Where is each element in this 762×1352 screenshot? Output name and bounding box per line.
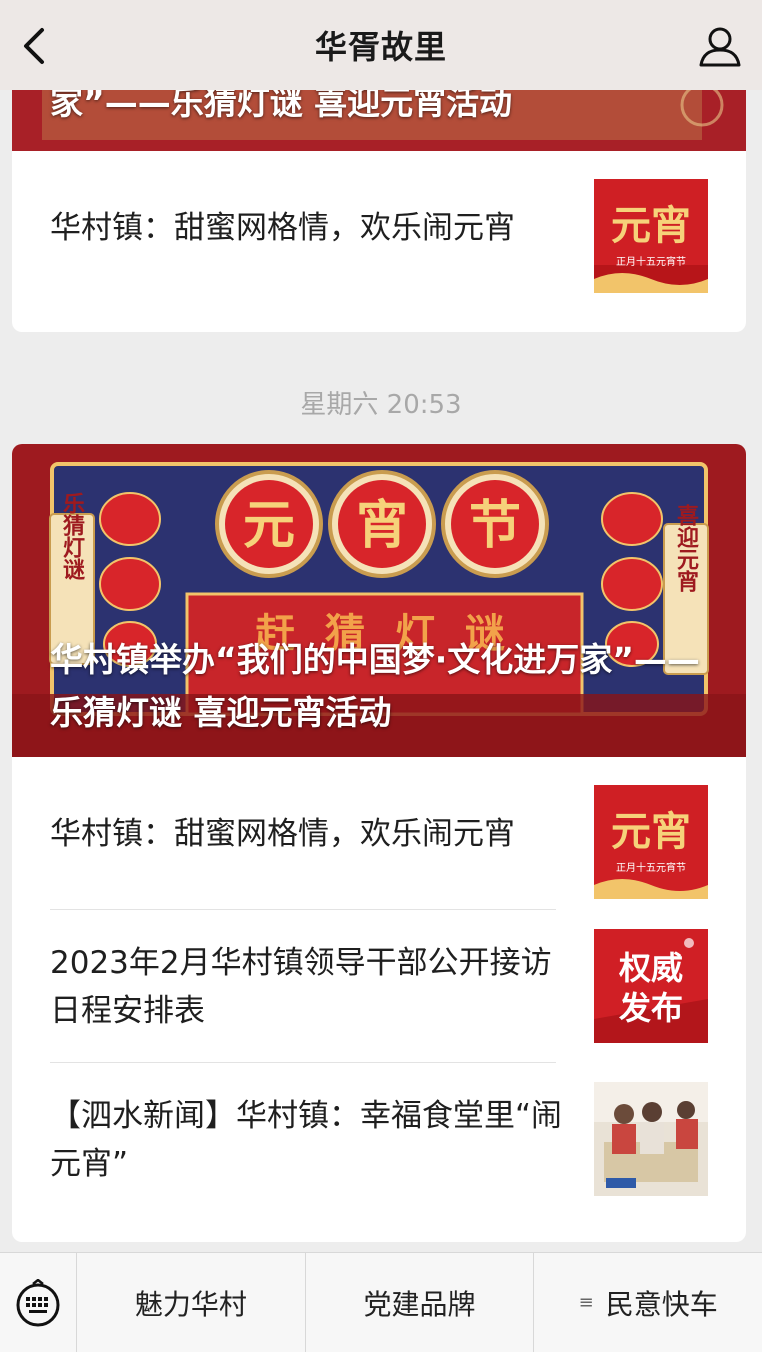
submenu-icon: ≡: [578, 1292, 594, 1313]
profile-button[interactable]: [698, 24, 742, 68]
article-card: 乐猜灯谜 喜迎元宵 元 宵 节 赶 猜 灯 谜 华村镇举办“我们的中国梦·文化进…: [12, 444, 746, 1242]
article-list-item[interactable]: 华村镇：甜蜜网格情，欢乐闹元宵 元宵 正月十五元宵节: [12, 151, 746, 304]
banner-left-scroll-text: 乐猜灯谜: [59, 492, 86, 581]
thumb-small-text: 正月十五元宵节: [616, 255, 686, 268]
article-list-item[interactable]: 2023年2月华村镇领导干部公开接访日程安排表 权威 发布: [12, 910, 746, 1063]
menu-label: 党建品牌: [363, 1287, 476, 1321]
keyboard-icon: [16, 1278, 60, 1326]
thumb-big-text: 元宵: [611, 202, 691, 249]
menu-item-minyi-kuaiche[interactable]: ≡ 民意快车: [534, 1253, 762, 1352]
bottom-menu-bar: 魅力华村 党建品牌 ≡ 民意快车: [0, 1252, 762, 1352]
article-title: 【泗水新闻】华村镇：幸福食堂里“闹元宵”: [50, 1097, 563, 1182]
article-thumbnail: [594, 1082, 708, 1196]
article-headline: 华村镇举办“我们的中国梦·文化进万家”——乐猜灯谜 喜迎元宵活动: [50, 640, 700, 732]
message-timestamp: 星期六 20:53: [300, 390, 462, 420]
top-nav-bar: 华胥故里: [0, 0, 762, 90]
article-thumbnail: 权威 发布: [594, 929, 708, 1043]
article-title: 华村镇：甜蜜网格情，欢乐闹元宵: [50, 815, 515, 852]
article-thumbnail: 元宵 正月十五元宵节: [594, 785, 708, 899]
person-icon: [699, 27, 741, 67]
article-list-item[interactable]: 【泗水新闻】华村镇：幸福食堂里“闹元宵”: [12, 1063, 746, 1216]
banner-right-scroll-text: 喜迎元宵: [673, 503, 699, 592]
banner-char: 宵: [356, 495, 408, 556]
thumb-big-text: 元宵: [611, 808, 691, 855]
keyboard-toggle-button[interactable]: [0, 1253, 77, 1352]
banner-char: 节: [469, 495, 521, 556]
page-title: 华胥故里: [314, 28, 447, 66]
message-feed[interactable]: 家”——乐猜灯谜 喜迎元宵活动 华村镇：甜蜜网格情，欢乐闹元宵 元宵 正月十五元…: [0, 0, 762, 1252]
back-button[interactable]: [14, 26, 54, 66]
article-banner[interactable]: 乐猜灯谜 喜迎元宵 元 宵 节 赶 猜 灯 谜 华村镇举办“我们的中国梦·文化进…: [12, 444, 746, 757]
chevron-left-icon: [24, 28, 44, 64]
article-title: 华村镇：甜蜜网格情，欢乐闹元宵: [50, 209, 515, 246]
article-list-item[interactable]: 华村镇：甜蜜网格情，欢乐闹元宵 元宵 正月十五元宵节: [12, 757, 746, 910]
menu-label: 民意快车: [605, 1287, 718, 1321]
menu-label: 魅力华村: [134, 1287, 247, 1321]
banner-char: 元: [243, 495, 295, 556]
menu-item-dangjian-pinpai[interactable]: 党建品牌: [306, 1253, 535, 1352]
article-thumbnail: 元宵 正月十五元宵节: [594, 179, 708, 293]
article-title: 2023年2月华村镇领导干部公开接访日程安排表: [50, 944, 552, 1029]
thumb-small-text: 正月十五元宵节: [616, 861, 686, 874]
thumb-line1: 权威: [618, 949, 683, 987]
thumb-line2: 发布: [619, 989, 683, 1027]
menu-item-meili-huacun[interactable]: 魅力华村: [77, 1253, 306, 1352]
